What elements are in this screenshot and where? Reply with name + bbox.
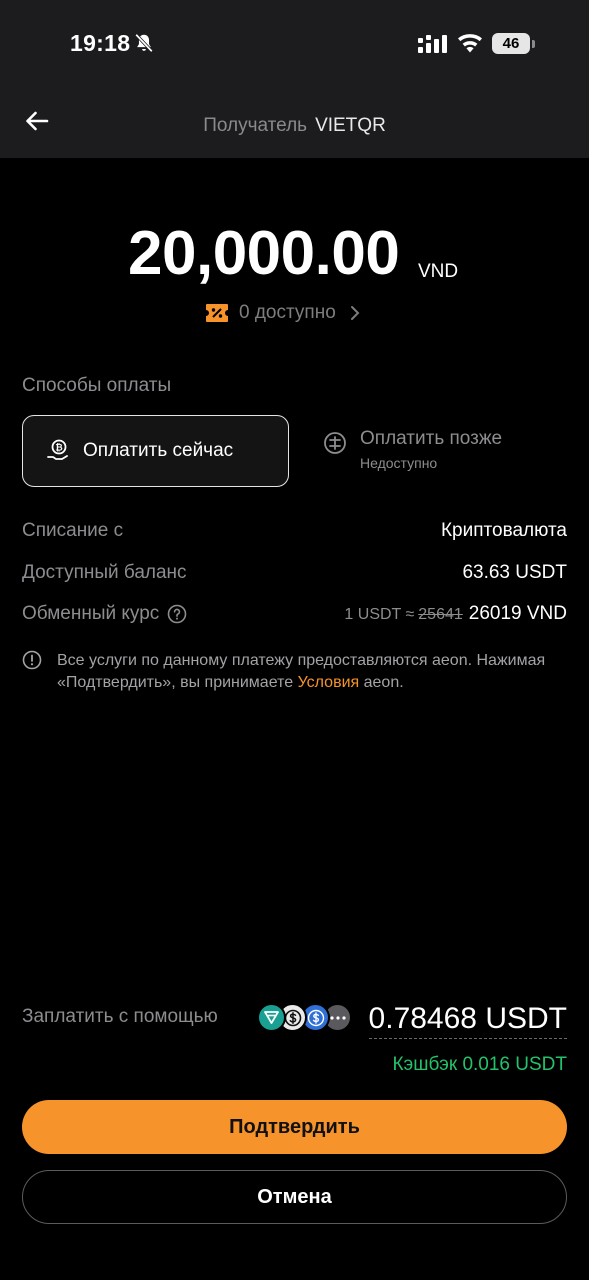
rate-label-wrap: Обменный курс bbox=[22, 603, 187, 625]
terms-link[interactable]: Условия bbox=[298, 674, 360, 691]
balance-value: 63.63 USDT bbox=[462, 562, 567, 583]
battery-icon: 46 bbox=[492, 33, 536, 55]
confirm-button[interactable]: Подтвердить bbox=[22, 1100, 567, 1154]
amount-value: 20,000.00 bbox=[128, 219, 400, 288]
pay-now-label: Оплатить сейчас bbox=[83, 440, 234, 461]
balance-label: Доступный баланс bbox=[22, 562, 187, 583]
pay-later-option[interactable]: Оплатить позже Недоступно bbox=[322, 428, 502, 471]
recipient-label: Получатель bbox=[203, 115, 308, 136]
payment-methods-label: Способы оплаты bbox=[22, 375, 172, 396]
debit-label: Списание с bbox=[22, 520, 124, 541]
rate-prefix: 1 USDT ≈ bbox=[344, 606, 415, 623]
rate-row: Обменный курс 1 USDT ≈25641 26019 VND bbox=[22, 603, 567, 631]
notice-text-after: aeon. bbox=[359, 674, 404, 691]
bell-off-icon bbox=[135, 33, 153, 53]
pay-with-label: Заплатить с помощью bbox=[22, 1006, 218, 1027]
debit-row: Списание с Криптовалюта bbox=[22, 520, 567, 548]
page-title: Получатель VIETQR bbox=[0, 115, 589, 137]
chevron-right-icon bbox=[350, 306, 360, 320]
debit-value: Криптовалюта bbox=[440, 520, 567, 541]
rate-old: 25641 bbox=[418, 606, 463, 623]
wifi-icon bbox=[458, 34, 482, 53]
help-icon[interactable] bbox=[167, 604, 187, 624]
coin-hand-icon: ₿ bbox=[47, 439, 68, 460]
balance-row: Доступный баланс 63.63 USDT bbox=[22, 562, 567, 590]
cancel-button[interactable]: Отмена bbox=[22, 1170, 567, 1224]
pay-amount[interactable]: 0.78468 USDT bbox=[368, 1002, 567, 1039]
rate-value: 1 USDT ≈25641 26019 VND bbox=[344, 603, 567, 625]
token-selector[interactable] bbox=[257, 1003, 353, 1033]
rate-label: Обменный курс bbox=[22, 603, 160, 624]
notice-text: Все услуги по данному платежу предоставл… bbox=[57, 650, 572, 694]
svg-text:₿: ₿ bbox=[55, 443, 62, 454]
coupon-icon bbox=[206, 304, 228, 322]
cashback-text: Кэшбэк 0.016 USDT bbox=[392, 1054, 567, 1075]
pay-now-option[interactable]: ₿ Оплатить сейчас bbox=[22, 415, 289, 487]
pay-later-status: Недоступно bbox=[360, 455, 438, 471]
battery-tip bbox=[532, 40, 535, 48]
rate-new: 26019 VND bbox=[468, 603, 567, 624]
battery-level: 46 bbox=[492, 33, 530, 54]
coupon-text: 0 доступно bbox=[239, 302, 336, 323]
recipient-value: VIETQR bbox=[315, 115, 386, 136]
coupon-selector[interactable]: 0 доступно bbox=[205, 300, 360, 326]
status-time: 19:18 bbox=[70, 30, 131, 56]
usdt-tron-icon bbox=[257, 1003, 286, 1032]
signal-icon bbox=[418, 35, 447, 53]
status-bar: 19:18 46 bbox=[0, 0, 589, 80]
pay-later-icon bbox=[324, 432, 346, 454]
pay-later-label: Оплатить позже bbox=[360, 428, 503, 449]
nav-bar: Получатель VIETQR bbox=[0, 80, 589, 158]
info-icon bbox=[22, 650, 42, 670]
amount-currency: VND bbox=[418, 261, 459, 282]
